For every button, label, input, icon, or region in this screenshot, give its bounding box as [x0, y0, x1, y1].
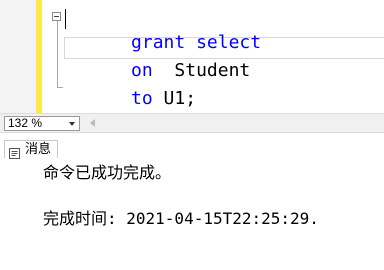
- message-icon: [9, 144, 20, 159]
- tab-messages[interactable]: 消息: [4, 140, 59, 159]
- code-line[interactable]: grant select: [66, 7, 261, 53]
- sql-editor[interactable]: grant select on Student to U1;: [0, 0, 384, 113]
- scroll-left-icon[interactable]: [90, 119, 95, 127]
- line-margin: [0, 0, 36, 113]
- message-line: 命令已成功完成。: [43, 163, 172, 182]
- collapse-icon[interactable]: [52, 12, 61, 21]
- zoom-value: 132 %: [8, 116, 43, 130]
- message-line: 完成时间: 2021-04-15T22:25:29.: [43, 209, 319, 228]
- query-window: grant select on Student to U1; 132 % 消息 …: [0, 0, 384, 270]
- horizontal-scrollbar[interactable]: [100, 115, 384, 132]
- code-token: U1;: [152, 88, 197, 109]
- messages-pane[interactable]: 命令已成功完成。 完成时间: 2021-04-15T22:25:29.: [0, 159, 384, 270]
- keyword-token: to: [131, 88, 153, 109]
- zoom-bar: 132 %: [0, 113, 384, 133]
- chevron-down-icon[interactable]: [69, 122, 75, 126]
- code-line[interactable]: to U1;: [66, 63, 196, 109]
- tab-label: 消息: [25, 141, 52, 157]
- outline-line: [57, 20, 58, 88]
- zoom-dropdown[interactable]: 132 %: [4, 116, 80, 131]
- outline-end: [57, 87, 63, 88]
- change-tracking-bar: [36, 0, 42, 113]
- results-tab-strip: 消息: [0, 133, 384, 161]
- code-line[interactable]: on Student: [66, 35, 250, 81]
